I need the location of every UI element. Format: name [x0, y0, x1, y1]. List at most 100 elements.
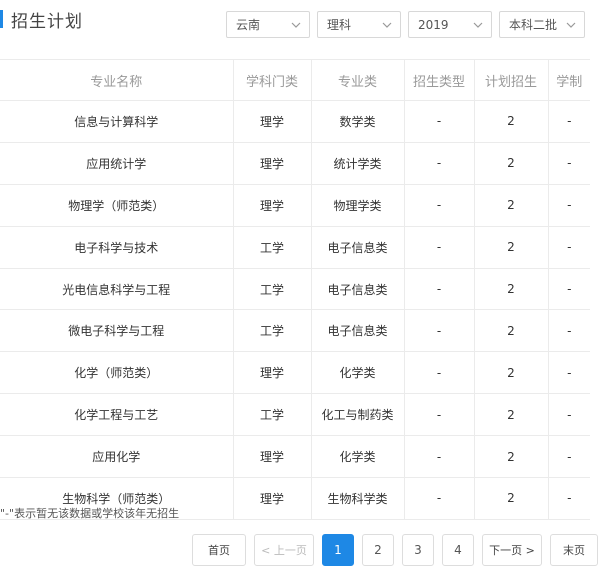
cell-planned-enrollment: 2: [474, 268, 549, 311]
chevron-down-icon: [382, 20, 392, 30]
column-header-discipline: 学科门类: [233, 59, 312, 101]
cell-enrollment-type: -: [404, 393, 475, 437]
table-row: 化学（师范类） 理学 化学类 -2-: [0, 351, 590, 395]
pagination: 首页 < 上一页 1 2 3 4 下一页 > 末页: [192, 534, 598, 566]
cell-major-category: 统计学类: [311, 142, 405, 185]
cell-major-name: 应用统计学: [0, 142, 234, 185]
cell-enrollment-type: -: [404, 351, 475, 395]
cell-enrollment-type: -: [404, 435, 475, 479]
next-page-button[interactable]: 下一页 >: [482, 534, 542, 566]
cell-duration: -: [548, 100, 590, 143]
table-row: 应用化学 理学 化学类 -2-: [0, 435, 590, 479]
province-select-value: 云南: [236, 18, 261, 32]
cell-planned-enrollment: 2: [474, 351, 549, 395]
cell-duration: -: [548, 226, 590, 269]
cell-enrollment-type: -: [404, 309, 475, 353]
page-button-2[interactable]: 2: [362, 534, 394, 566]
cell-major-name: 微电子科学与工程: [0, 309, 234, 353]
chevron-down-icon: [566, 20, 576, 30]
cell-planned-enrollment: 2: [474, 142, 549, 185]
table-footnote: "-"表示暂无该数据或学校该年无招生: [0, 507, 180, 520]
cell-major-category: 数学类: [311, 100, 405, 143]
cell-duration: -: [548, 184, 590, 227]
cell-major-category: 电子信息类: [311, 268, 405, 311]
cell-duration: -: [548, 351, 590, 395]
enrollment-plan-table: 专业名称 学科门类 专业类 招生类型 计划招生 学制 信息与计算科学 理学 数学类 -…: [0, 59, 590, 520]
page-title: 招生计划: [11, 11, 83, 32]
cell-duration: -: [548, 393, 590, 437]
column-header-planned-enrollment: 计划招生: [474, 59, 549, 101]
page-header: 招生计划: [0, 8, 83, 32]
batch-select[interactable]: 本科二批: [499, 11, 585, 38]
cell-enrollment-type: -: [404, 477, 475, 520]
cell-duration: -: [548, 477, 590, 520]
cell-major-name: 光电信息科学与工程: [0, 268, 234, 311]
cell-discipline: 理学: [233, 100, 312, 143]
cell-major-category: 化工与制药类: [311, 393, 405, 437]
cell-major-name: 化学（师范类）: [0, 351, 234, 395]
year-select[interactable]: 2019: [408, 11, 492, 38]
prev-page-button[interactable]: < 上一页: [254, 534, 314, 566]
cell-discipline: 理学: [233, 142, 312, 185]
page-button-1[interactable]: 1: [322, 534, 354, 566]
cell-planned-enrollment: 2: [474, 393, 549, 437]
cell-duration: -: [548, 309, 590, 353]
cell-major-category: 物理学类: [311, 184, 405, 227]
cell-planned-enrollment: 2: [474, 309, 549, 353]
cell-major-name: 物理学（师范类）: [0, 184, 234, 227]
table-row: 微电子科学与工程 工学 电子信息类 -2-: [0, 309, 590, 353]
cell-major-name: 信息与计算科学: [0, 100, 234, 143]
table-row: 物理学（师范类） 理学 物理学类 -2-: [0, 184, 590, 227]
table-row: 应用统计学 理学 统计学类 -2-: [0, 142, 590, 185]
filter-bar: 云南 理科 2019 本科二批: [226, 11, 585, 38]
column-header-duration: 学制: [548, 59, 590, 101]
cell-major-name: 电子科学与技术: [0, 226, 234, 269]
cell-planned-enrollment: 2: [474, 226, 549, 269]
cell-enrollment-type: -: [404, 184, 475, 227]
cell-planned-enrollment: 2: [474, 100, 549, 143]
year-select-value: 2019: [418, 17, 449, 32]
column-header-enrollment-type: 招生类型: [404, 59, 475, 101]
cell-duration: -: [548, 142, 590, 185]
province-select[interactable]: 云南: [226, 11, 310, 38]
page-button-4[interactable]: 4: [442, 534, 474, 566]
cell-planned-enrollment: 2: [474, 184, 549, 227]
chevron-down-icon: [473, 20, 483, 30]
subject-select[interactable]: 理科: [317, 11, 401, 38]
cell-enrollment-type: -: [404, 100, 475, 143]
last-page-button[interactable]: 末页: [550, 534, 598, 566]
cell-discipline: 工学: [233, 309, 312, 353]
cell-major-name: 化学工程与工艺: [0, 393, 234, 437]
cell-enrollment-type: -: [404, 226, 475, 269]
chevron-down-icon: [291, 20, 301, 30]
cell-discipline: 工学: [233, 226, 312, 269]
table-header-row: 专业名称 学科门类 专业类 招生类型 计划招生 学制: [0, 59, 590, 101]
subject-select-value: 理科: [327, 18, 352, 32]
cell-discipline: 理学: [233, 435, 312, 479]
cell-major-name: 应用化学: [0, 435, 234, 479]
cell-major-category: 电子信息类: [311, 226, 405, 269]
title-accent-bar: [0, 10, 3, 28]
cell-major-category: 化学类: [311, 435, 405, 479]
table-row: 化学工程与工艺 工学 化工与制药类 -2-: [0, 393, 590, 437]
cell-enrollment-type: -: [404, 268, 475, 311]
cell-planned-enrollment: 2: [474, 477, 549, 520]
cell-duration: -: [548, 435, 590, 479]
batch-select-value: 本科二批: [509, 18, 558, 32]
first-page-button[interactable]: 首页: [192, 534, 246, 566]
cell-discipline: 理学: [233, 477, 312, 520]
column-header-major-category: 专业类: [311, 59, 405, 101]
column-header-major-name: 专业名称: [0, 59, 234, 101]
cell-major-category: 生物科学类: [311, 477, 405, 520]
table-row: 信息与计算科学 理学 数学类 -2-: [0, 100, 590, 143]
cell-discipline: 工学: [233, 393, 312, 437]
page-button-3[interactable]: 3: [402, 534, 434, 566]
cell-discipline: 理学: [233, 184, 312, 227]
cell-discipline: 工学: [233, 268, 312, 311]
cell-enrollment-type: -: [404, 142, 475, 185]
cell-discipline: 理学: [233, 351, 312, 395]
cell-planned-enrollment: 2: [474, 435, 549, 479]
cell-duration: -: [548, 268, 590, 311]
cell-major-category: 化学类: [311, 351, 405, 395]
table-row: 光电信息科学与工程 工学 电子信息类 -2-: [0, 268, 590, 311]
